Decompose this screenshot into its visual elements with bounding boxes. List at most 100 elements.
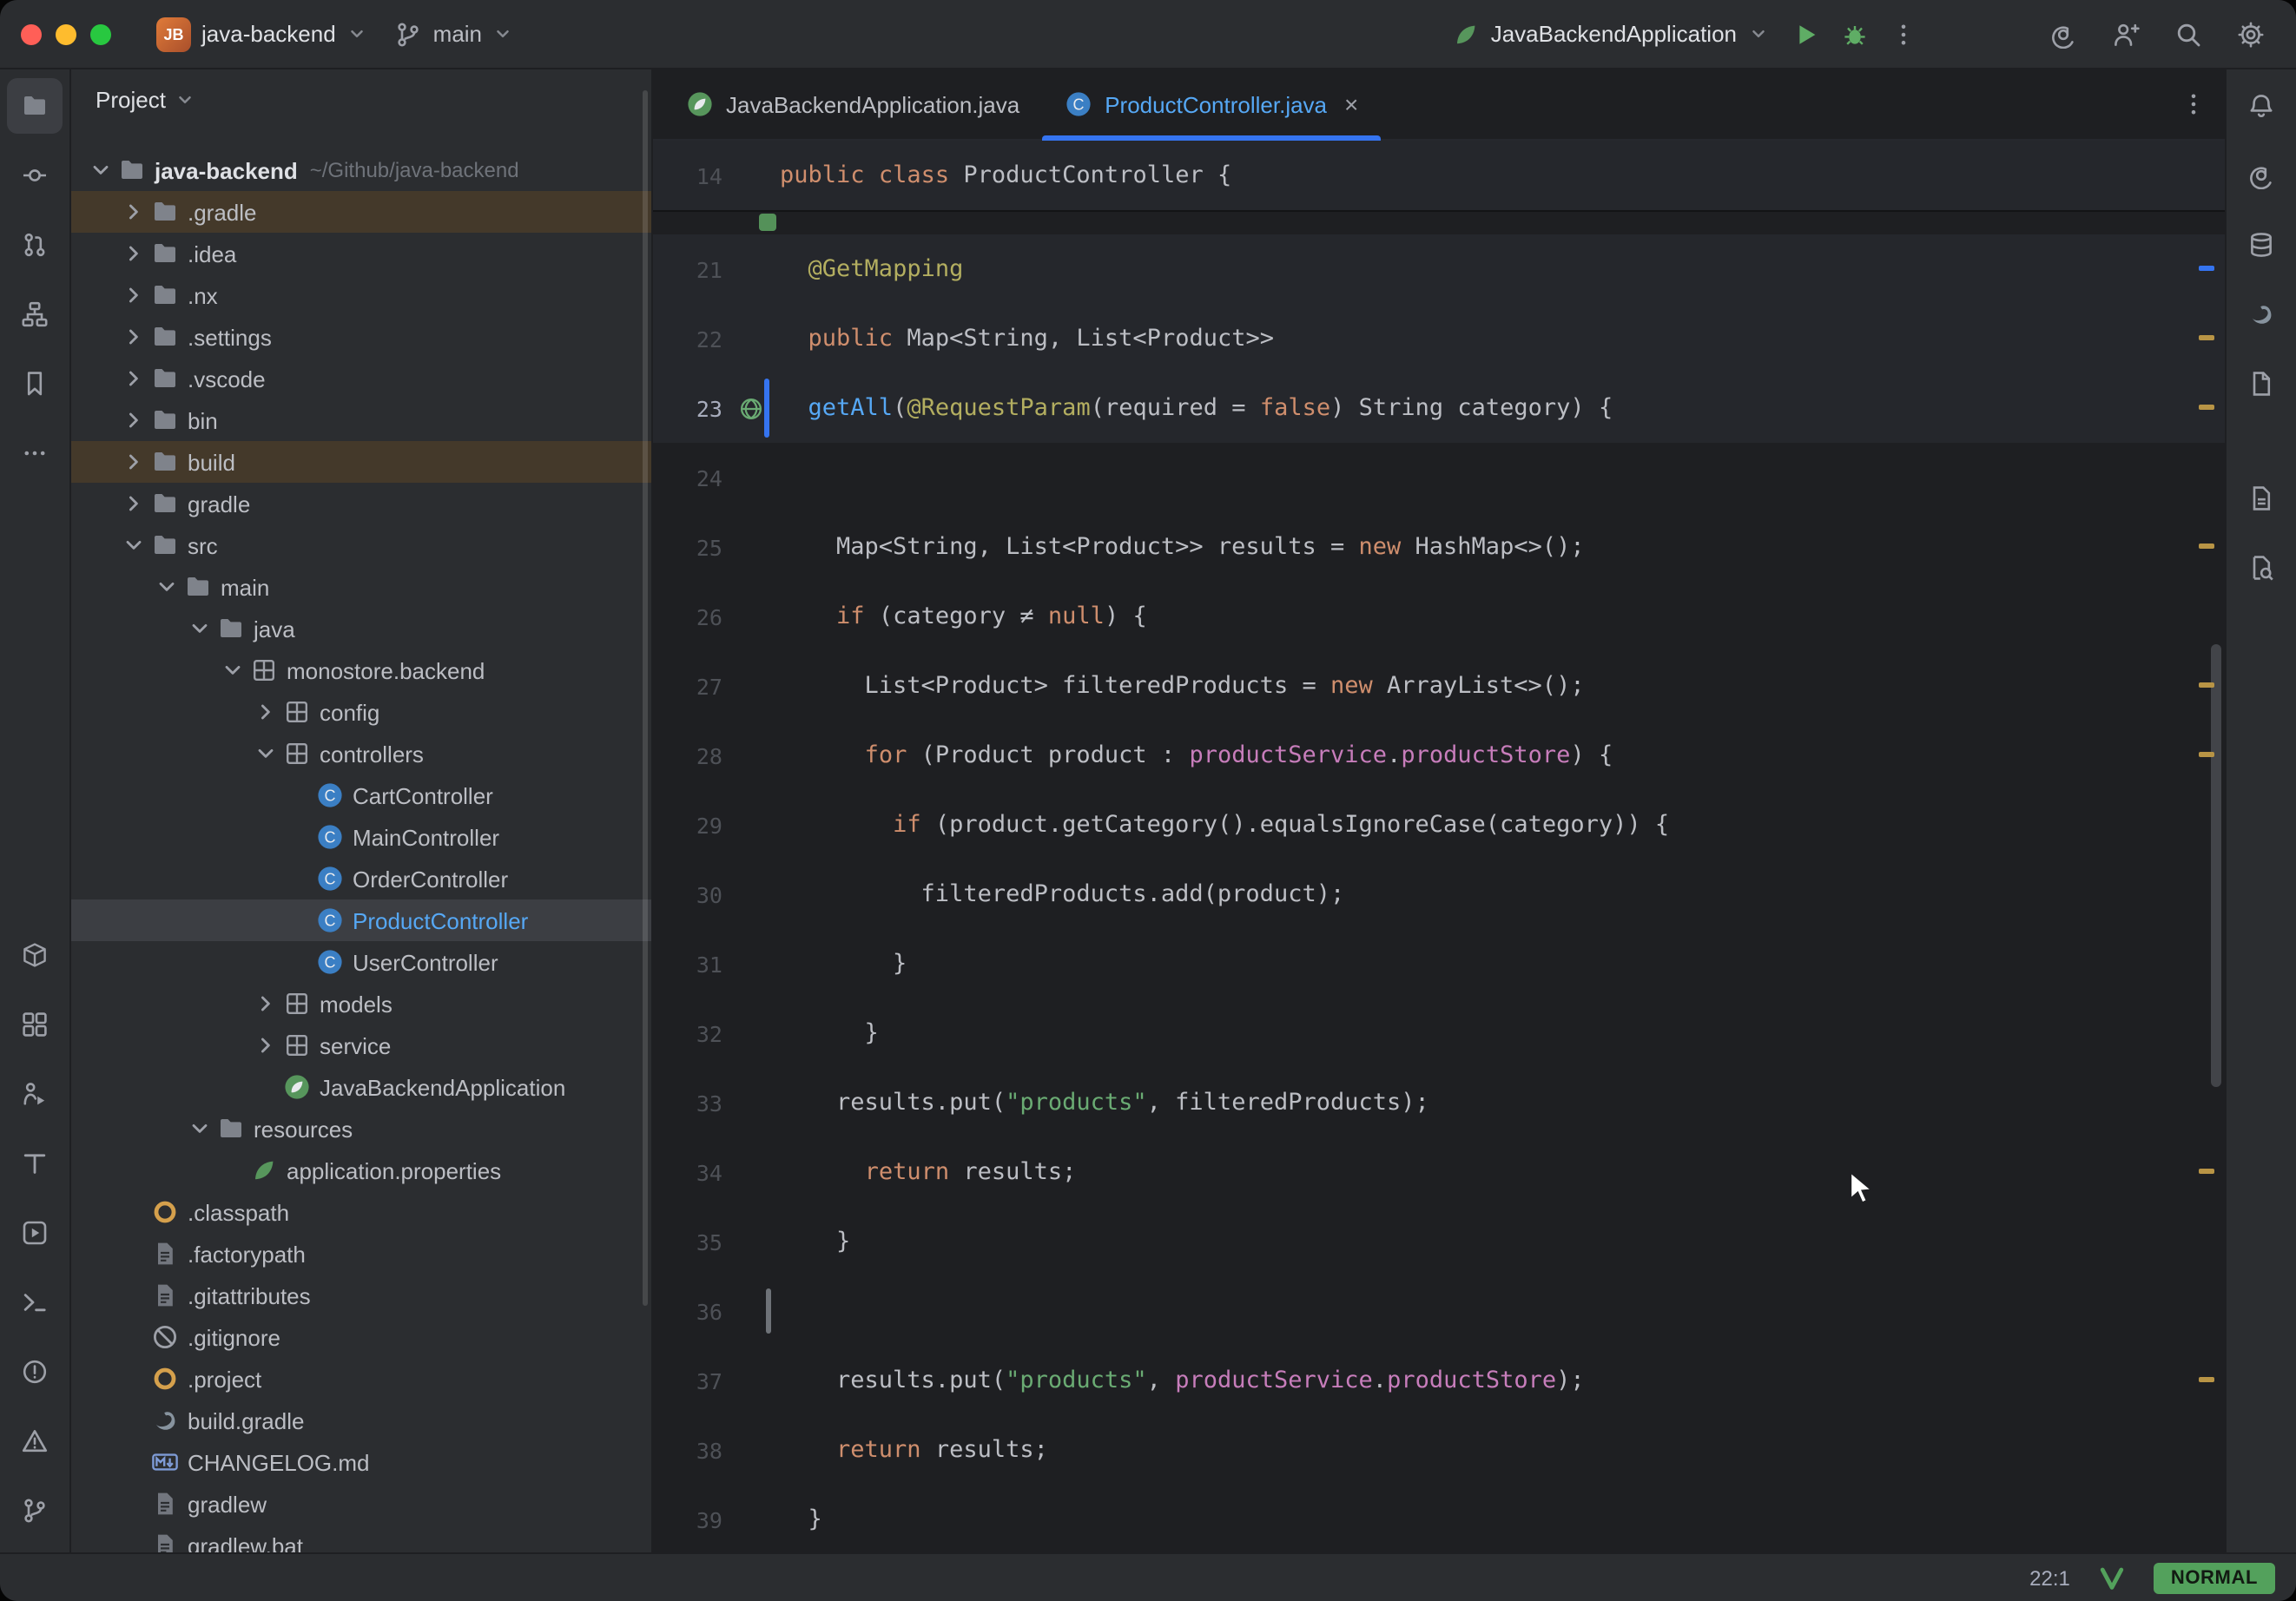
terminal-button[interactable] <box>7 1275 63 1330</box>
tab-close-icon[interactable]: × <box>1344 92 1358 116</box>
chevron-down-icon[interactable] <box>151 573 181 601</box>
code-text[interactable]: getAll(@RequestParam(required = false) S… <box>780 373 1613 443</box>
tree-item-build[interactable]: build <box>71 441 651 483</box>
chevron-right-icon[interactable] <box>250 698 280 726</box>
chevron-right-icon[interactable] <box>118 198 148 226</box>
project-tree-scrollbar[interactable] <box>643 90 648 1306</box>
tree-item-controllers[interactable]: controllers <box>71 733 651 774</box>
line-number[interactable]: 32 <box>653 1020 722 1046</box>
tree-item-settings[interactable]: .settings <box>71 316 651 358</box>
tab-productcontroller-java[interactable]: CProductController.java× <box>1042 69 1381 139</box>
chevron-right-icon[interactable] <box>118 240 148 267</box>
code-text[interactable]: public class ProductController { <box>780 141 1231 210</box>
folded-region[interactable] <box>653 210 2225 234</box>
run-button[interactable] <box>1782 10 1831 58</box>
chevron-right-icon[interactable] <box>250 990 280 1018</box>
analysis-stripe-mark[interactable] <box>2199 1169 2214 1174</box>
tree-item-nx[interactable]: .nx <box>71 274 651 316</box>
chevron-right-icon[interactable] <box>118 281 148 309</box>
chevron-right-icon[interactable] <box>118 323 148 351</box>
structure-button[interactable] <box>7 287 63 342</box>
tree-item-javabackendapplication[interactable]: JavaBackendApplication <box>71 1066 651 1108</box>
line-number[interactable]: 36 <box>653 1298 722 1324</box>
line-number[interactable]: 31 <box>653 951 722 977</box>
code-text[interactable]: return results; <box>780 1415 1048 1485</box>
debug-button[interactable] <box>1831 10 1879 58</box>
line-number[interactable]: 38 <box>653 1437 722 1463</box>
code-text[interactable]: } <box>780 929 907 998</box>
code-text[interactable]: return results; <box>780 1137 1076 1207</box>
run-configuration-selector[interactable]: JavaBackendApplication <box>1439 13 1782 55</box>
code-text[interactable]: results.put("products", filteredProducts… <box>780 1068 1429 1137</box>
chevron-right-icon[interactable] <box>118 448 148 476</box>
build-button[interactable] <box>7 927 63 983</box>
line-number[interactable]: 39 <box>653 1506 722 1532</box>
tree-item-changelog-md[interactable]: CHANGELOG.md <box>71 1441 651 1483</box>
ai-assistant-button[interactable] <box>2233 148 2289 203</box>
line-number[interactable]: 34 <box>653 1159 722 1185</box>
version-control-button[interactable] <box>7 1483 63 1538</box>
notifications-button[interactable] <box>2233 78 2289 134</box>
line-number[interactable]: 21 <box>653 256 722 282</box>
line-number[interactable]: 24 <box>653 464 722 491</box>
tree-item-ordercontroller[interactable]: COrderController <box>71 858 651 899</box>
tree-item-models[interactable]: models <box>71 983 651 1025</box>
analysis-stripe-mark[interactable] <box>2199 266 2214 271</box>
code-text[interactable]: filteredProducts.add(product); <box>780 860 1344 929</box>
tree-item-productcontroller[interactable]: CProductController <box>71 899 651 941</box>
chevron-down-icon[interactable] <box>217 656 247 684</box>
tree-item-resources[interactable]: resources <box>71 1108 651 1150</box>
tree-item-gradlew[interactable]: gradlew <box>71 1483 651 1525</box>
search-everywhere-button[interactable] <box>2164 10 2213 58</box>
commit-button[interactable] <box>7 148 63 203</box>
analysis-stripe-mark[interactable] <box>2199 1377 2214 1382</box>
line-number[interactable]: 22 <box>653 326 722 352</box>
line-number[interactable]: 29 <box>653 812 722 838</box>
minimize-window-button[interactable] <box>56 23 76 44</box>
project-selector[interactable]: JB java-backend <box>142 10 381 58</box>
tree-item-monostore-backend[interactable]: monostore.backend <box>71 649 651 691</box>
tree-item-gradle[interactable]: gradle <box>71 483 651 524</box>
maven-button[interactable] <box>2233 356 2289 412</box>
problems-button[interactable] <box>7 1344 63 1400</box>
tree-item-main[interactable]: main <box>71 566 651 608</box>
code-text[interactable]: results.put("products", productService.p… <box>780 1346 1585 1415</box>
pull-requests-button[interactable] <box>7 217 63 273</box>
vim-mode-badge[interactable]: NORMAL <box>2154 1562 2275 1593</box>
analysis-stripe-mark[interactable] <box>2199 405 2214 410</box>
tree-item-classpath[interactable]: .classpath <box>71 1191 651 1233</box>
code-text[interactable]: } <box>780 1207 850 1276</box>
analysis-stripe-mark[interactable] <box>2199 544 2214 549</box>
tree-item-config[interactable]: config <box>71 691 651 733</box>
chevron-right-icon[interactable] <box>118 365 148 392</box>
code-text[interactable]: List<Product> filteredProducts = new Arr… <box>780 651 1585 721</box>
project-panel-header[interactable]: Project <box>71 69 651 128</box>
gradle-button[interactable] <box>2233 287 2289 342</box>
code-text[interactable]: } <box>780 998 879 1068</box>
database-button[interactable] <box>2233 217 2289 273</box>
bookmarks-button[interactable] <box>7 356 63 412</box>
line-number[interactable]: 27 <box>653 673 722 699</box>
ai-assistant-button[interactable] <box>2039 10 2088 58</box>
code-text[interactable]: for (Product product : productService.pr… <box>780 721 1613 790</box>
tree-item-cartcontroller[interactable]: CCartController <box>71 774 651 816</box>
more-tool-windows-button[interactable] <box>7 425 63 481</box>
code-text[interactable]: } <box>780 1485 822 1552</box>
analysis-stripe-mark[interactable] <box>2199 335 2214 340</box>
project-button[interactable] <box>7 78 63 134</box>
plugins-button[interactable] <box>7 997 63 1052</box>
chevron-right-icon[interactable] <box>118 406 148 434</box>
tree-item-java-backend[interactable]: java-backend~/Github/java-backend <box>71 149 651 191</box>
tree-item-gitignore[interactable]: .gitignore <box>71 1316 651 1358</box>
find-button[interactable] <box>2233 540 2289 596</box>
tree-item-usercontroller[interactable]: CUserController <box>71 941 651 983</box>
line-number[interactable]: 35 <box>653 1229 722 1255</box>
tree-item-vscode[interactable]: .vscode <box>71 358 651 399</box>
globe-icon[interactable] <box>722 395 780 421</box>
line-number[interactable]: 28 <box>653 742 722 768</box>
code-text[interactable]: if (product.getCategory().equalsIgnoreCa… <box>780 790 1669 860</box>
event-log-button[interactable] <box>7 1413 63 1469</box>
ideavim-icon[interactable] <box>2098 1564 2126 1591</box>
analysis-stripe-mark[interactable] <box>2199 682 2214 688</box>
tree-item-bin[interactable]: bin <box>71 399 651 441</box>
